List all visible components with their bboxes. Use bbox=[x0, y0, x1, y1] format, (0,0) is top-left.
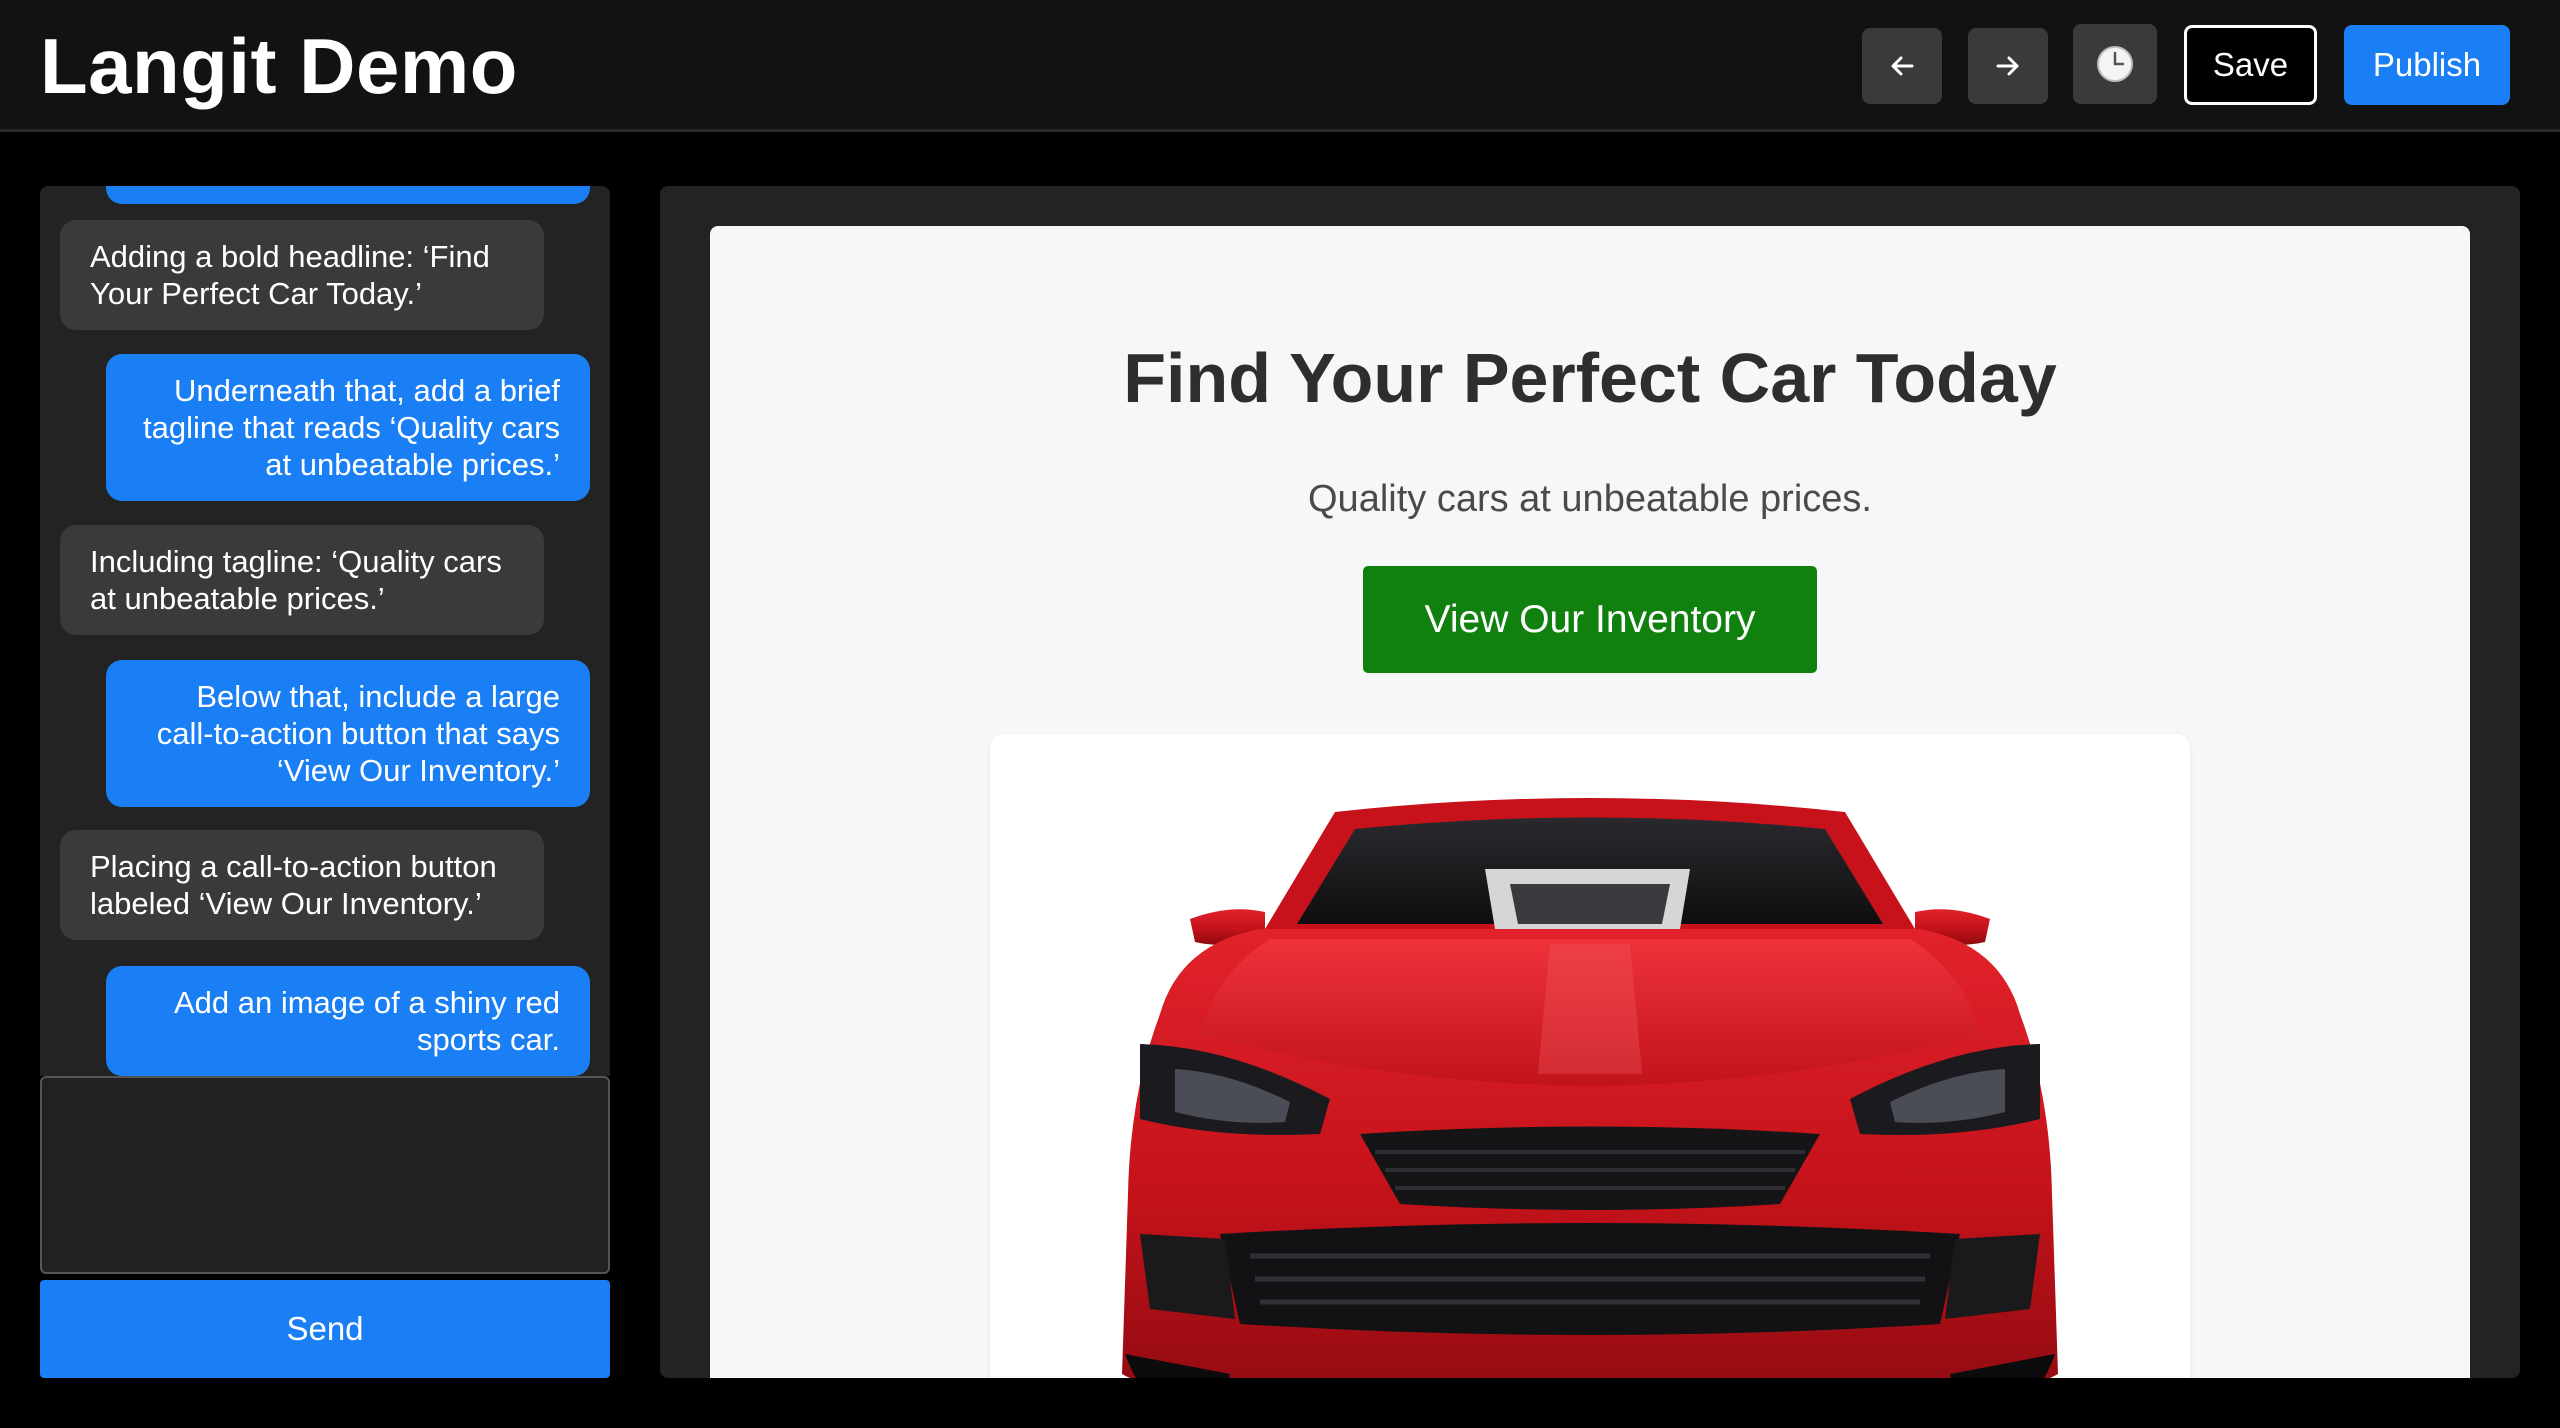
chat-message-user: Underneath that, add a brief tagline tha… bbox=[106, 354, 590, 501]
chat-message-bot: Adding a bold headline: ‘Find Your Perfe… bbox=[60, 220, 544, 330]
forward-button[interactable] bbox=[1968, 28, 2048, 104]
preview-page: Find Your Perfect Car Today Quality cars… bbox=[710, 226, 2470, 1378]
chat-message-user: Add an image of a shiny red sports car. bbox=[106, 966, 590, 1076]
chat-message-bot: Placing a call-to-action button labeled … bbox=[60, 830, 544, 940]
arrow-right-icon bbox=[1996, 56, 2019, 76]
top-bar: Langit Demo Save Publish bbox=[0, 0, 2560, 132]
send-button[interactable]: Send bbox=[40, 1280, 610, 1378]
app-title: Langit Demo bbox=[40, 22, 518, 110]
hero-tagline: Quality cars at unbeatable prices. bbox=[1308, 478, 1872, 520]
chat-message-user-partial bbox=[106, 186, 590, 204]
back-button[interactable] bbox=[1862, 28, 1942, 104]
chat-message-user: Below that, include a large call-to-acti… bbox=[106, 660, 590, 807]
publish-button[interactable]: Publish bbox=[2344, 25, 2510, 105]
chat-panel[interactable]: Adding a bold headline: ‘Find Your Perfe… bbox=[40, 186, 610, 1076]
preview-frame: Find Your Perfect Car Today Quality cars… bbox=[660, 186, 2520, 1378]
red-sports-car-image bbox=[1122, 798, 2058, 1378]
history-button[interactable] bbox=[2073, 24, 2157, 104]
save-button[interactable]: Save bbox=[2184, 25, 2317, 105]
hero-headline: Find Your Perfect Car Today bbox=[1123, 339, 2057, 417]
clock-icon bbox=[2097, 46, 2133, 82]
arrow-left-icon bbox=[1891, 56, 1914, 76]
chat-input[interactable] bbox=[40, 1076, 610, 1274]
chat-message-bot: Including tagline: ‘Quality cars at unbe… bbox=[60, 525, 544, 635]
car-image-card bbox=[990, 734, 2190, 1378]
view-inventory-button[interactable]: View Our Inventory bbox=[1363, 566, 1817, 673]
